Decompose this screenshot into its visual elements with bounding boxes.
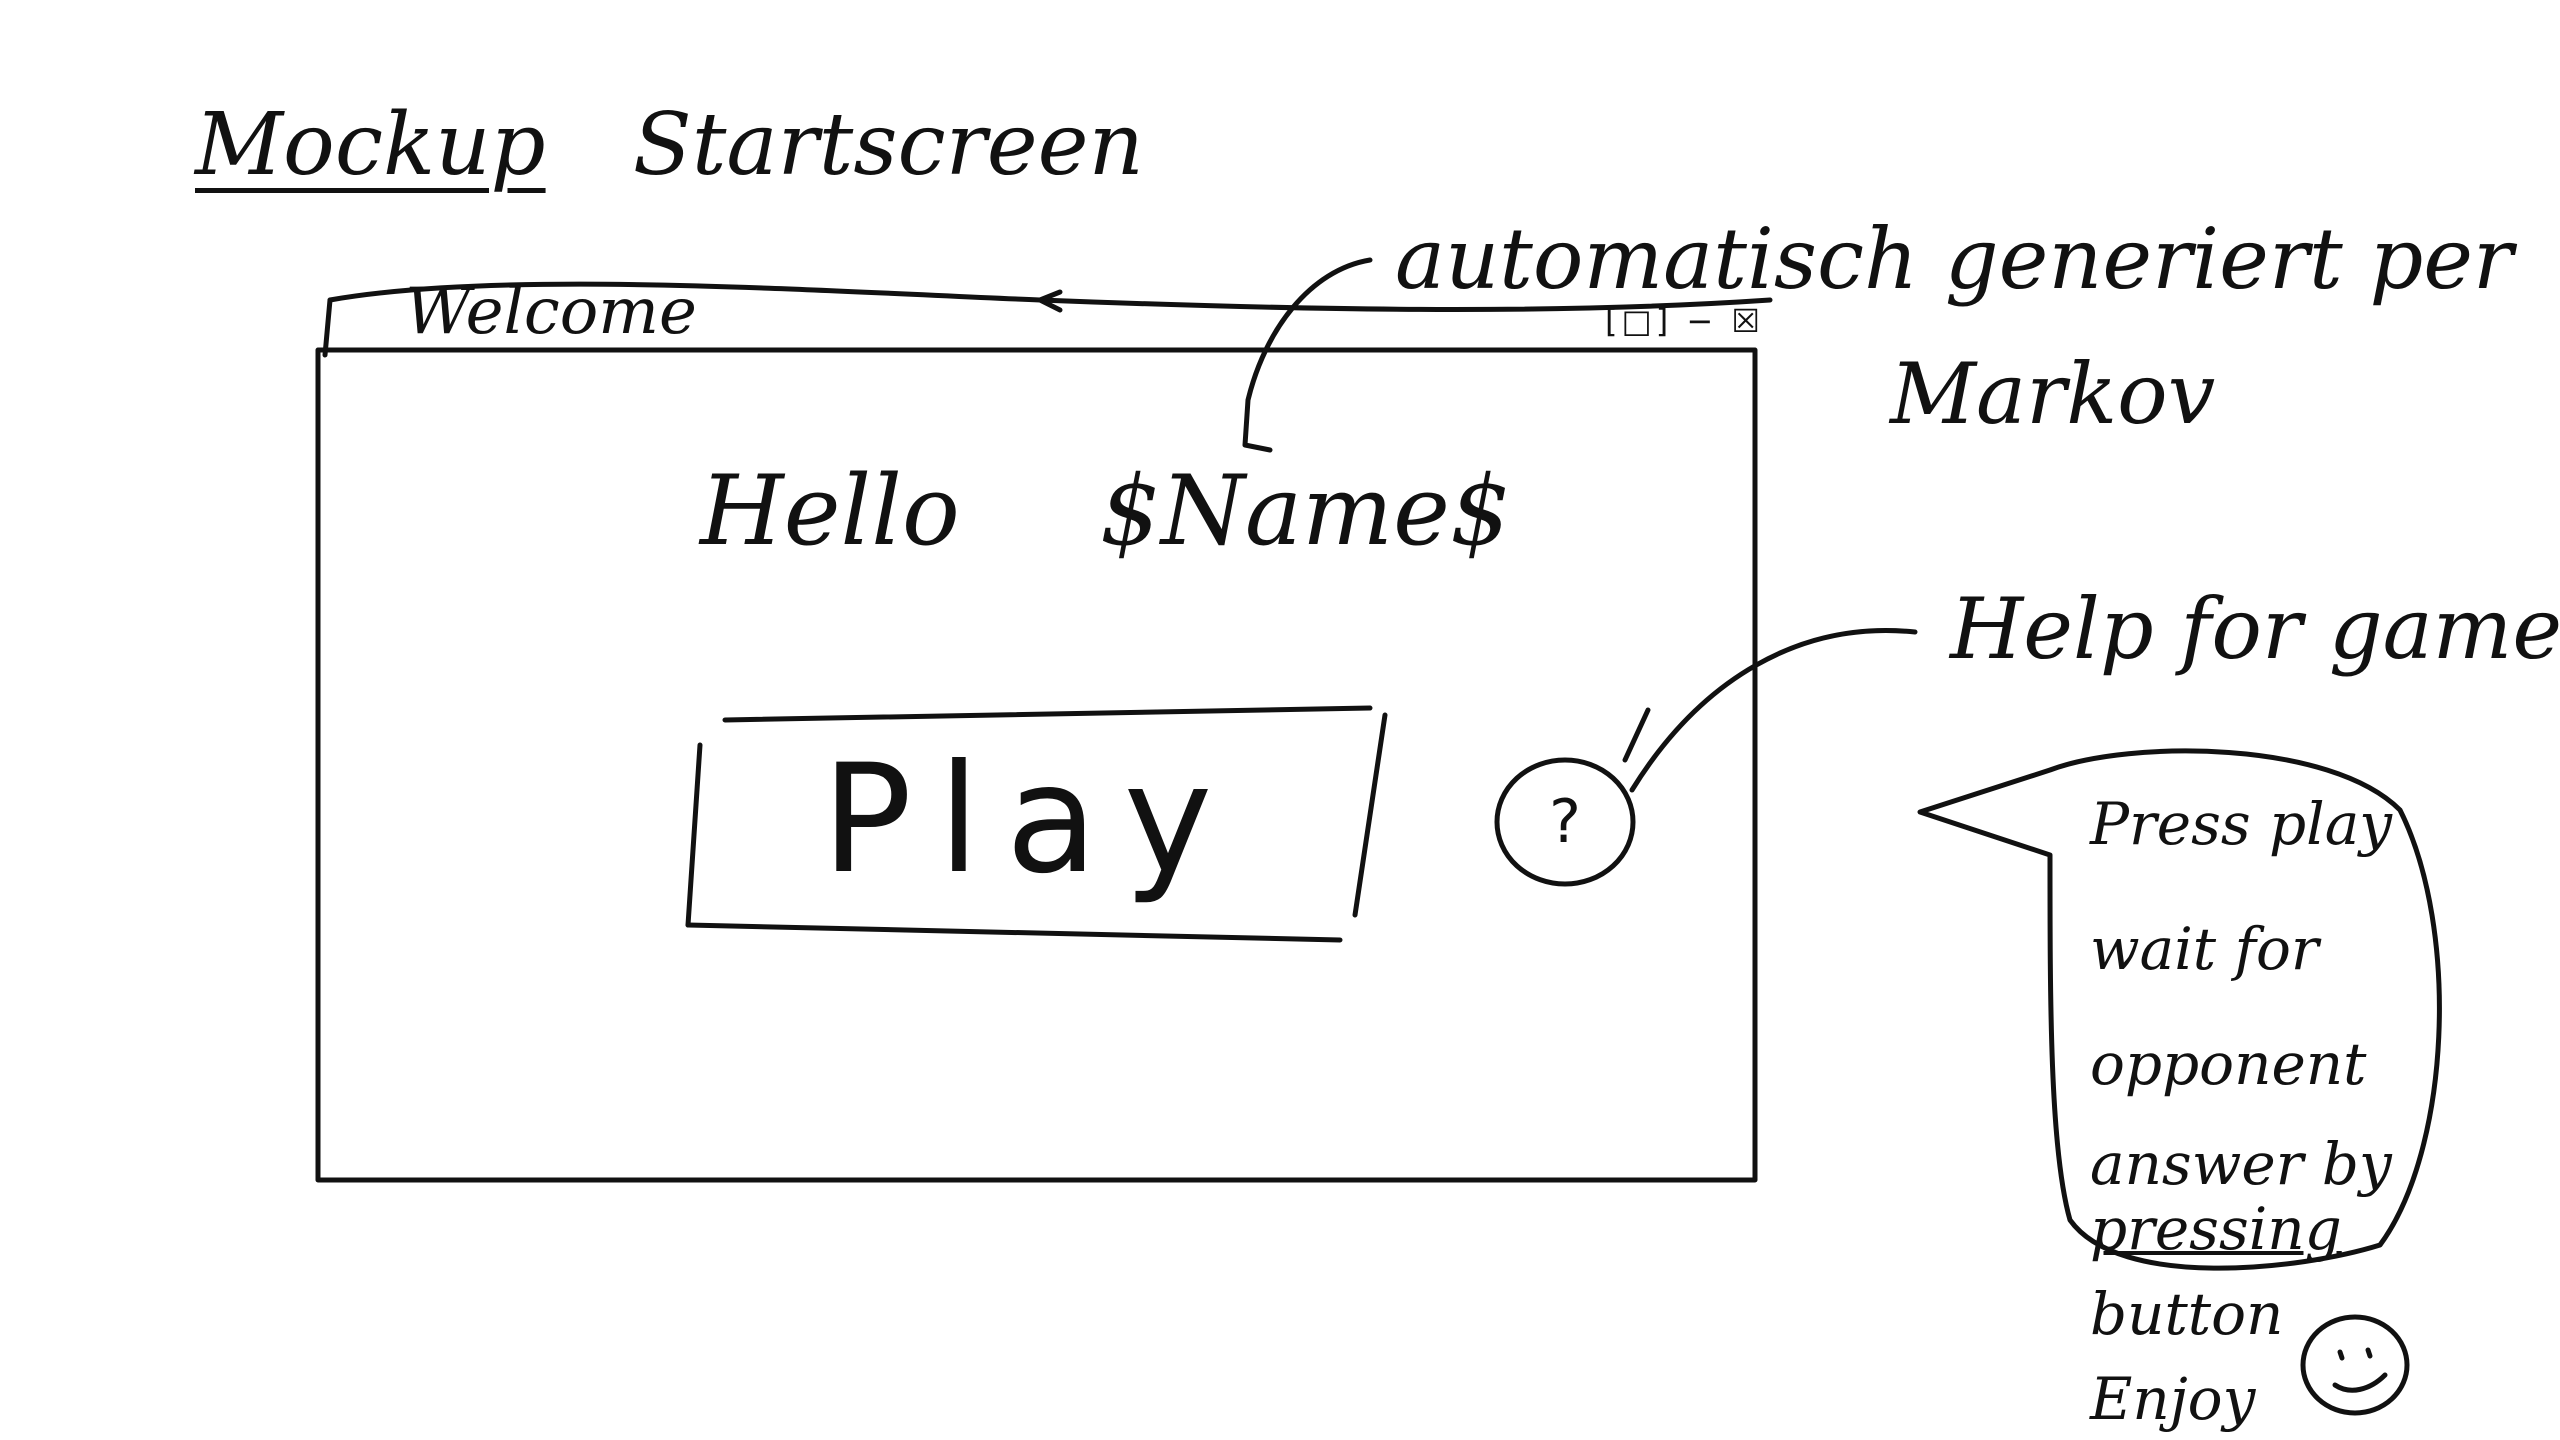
play-button[interactable]: Play — [680, 710, 1380, 930]
window-title: Welcome — [405, 275, 697, 349]
greeting-hello: Hello — [700, 455, 960, 567]
help-bubble-line: pressing — [2090, 1195, 2342, 1263]
help-bubble-line: Enjoy — [2090, 1365, 2256, 1433]
help-icon[interactable]: ? — [1490, 755, 1640, 890]
help-bubble-line: answer by — [2090, 1130, 2392, 1198]
page-title-startscreen: Startscreen — [632, 95, 1144, 195]
annotation-line1: automatisch generiert per — [1395, 210, 2514, 308]
enjoy-smiley-outline — [2300, 1314, 2410, 1416]
help-bubble-line: button — [2090, 1280, 2284, 1348]
annotation-arrow-curve — [1242, 257, 1373, 453]
page-title: Mockup Startscreen — [195, 95, 1144, 195]
help-label: Help for game — [1950, 580, 2560, 678]
help-connector — [1629, 628, 1918, 793]
play-button-label: Play — [821, 733, 1239, 907]
enjoy-smiley-mouth — [2332, 1372, 2388, 1393]
enjoy-smiley-eye-left — [2337, 1349, 2345, 1361]
page-title-mockup: Mockup — [195, 95, 546, 195]
greeting-name-placeholder: $Name$ — [1099, 455, 1511, 567]
titlebar-left-edge — [322, 297, 333, 358]
help-bubble-line: opponent — [2090, 1030, 2367, 1098]
greeting: Hello $Name$ — [700, 455, 1511, 567]
annotation-line2: Markov — [1890, 345, 2216, 443]
help-bubble-line-pressing: pressing — [2090, 1195, 2342, 1263]
help-bubble-line: Press play — [2090, 790, 2393, 858]
help-connector-tick — [1622, 707, 1651, 763]
enjoy-smiley-eye-right — [2365, 1347, 2373, 1359]
help-bubble-line: wait for — [2090, 915, 2319, 983]
